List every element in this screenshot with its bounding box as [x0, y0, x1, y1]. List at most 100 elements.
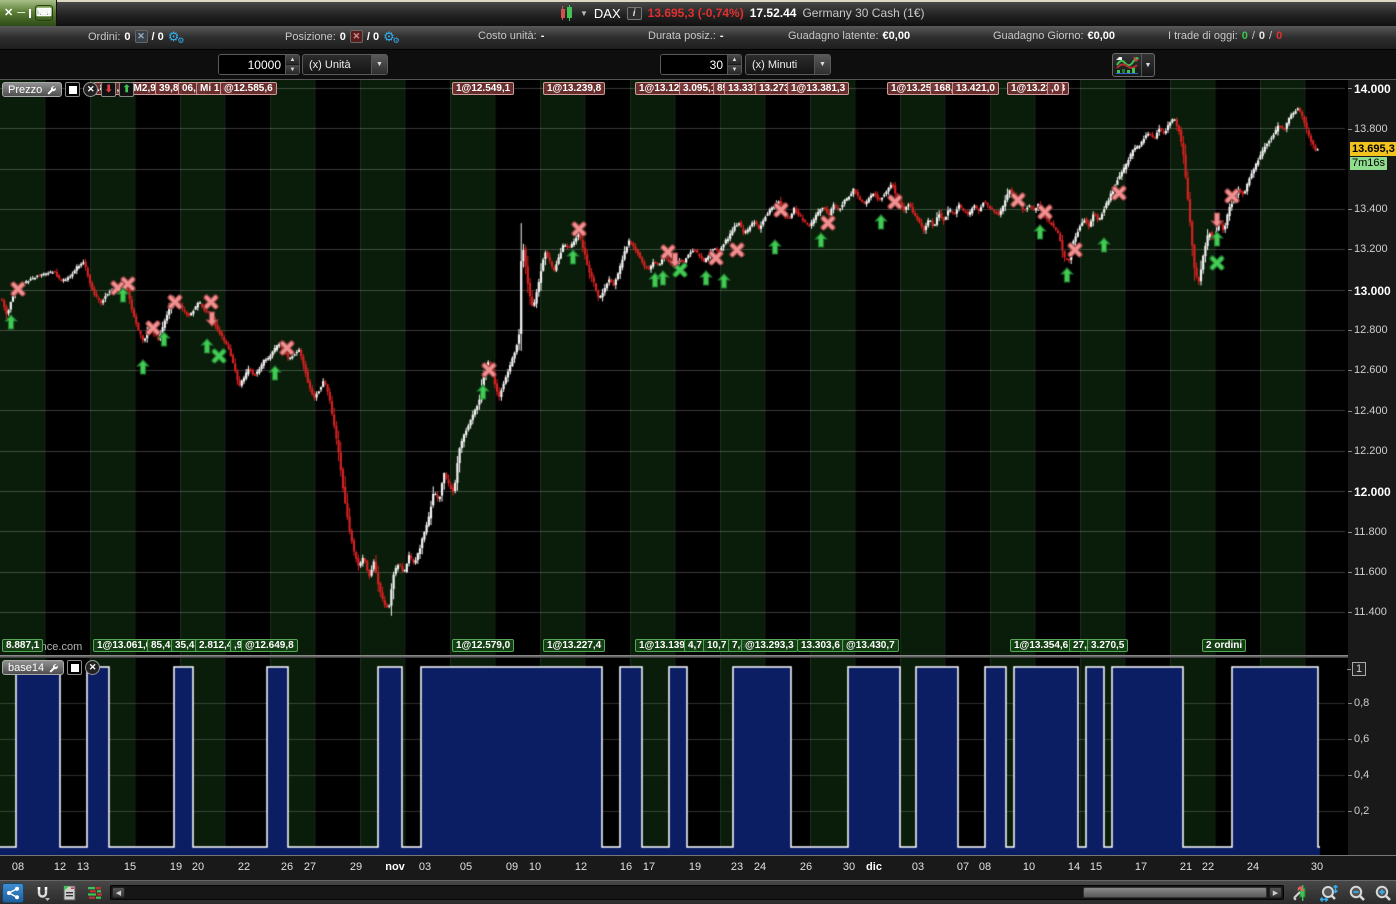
close-position-icon[interactable]: ✕	[349, 30, 363, 43]
indicator-pane-label: base14	[8, 661, 45, 674]
order-book-icon	[88, 886, 102, 899]
quantity-unit-select[interactable]: (x) Unità ▼	[302, 54, 388, 75]
buy-order-label[interactable]: @13.430,7	[842, 639, 899, 652]
buy-order-label[interactable]: 13.303,6	[797, 639, 844, 652]
sell-order-label[interactable]: ,0	[1047, 82, 1064, 95]
maximize-window-icon[interactable]	[29, 8, 32, 18]
sell-order-label[interactable]: 1@13.381,3	[787, 82, 850, 95]
buy-order-label[interactable]: @13.293,3	[741, 639, 798, 652]
date-label: 20	[191, 861, 205, 873]
trades-lost: 0	[1276, 30, 1283, 42]
date-label: 15	[1089, 861, 1103, 873]
date-label: 17	[1134, 861, 1148, 873]
date-label: 10	[528, 861, 542, 873]
price-axis-label: 13.000	[1348, 284, 1391, 298]
trades-flat: 0	[1258, 30, 1266, 42]
date-label: nov	[385, 861, 405, 873]
zoom-out-button[interactable]	[1346, 883, 1368, 903]
buy-order-label[interactable]: @12.649,8	[241, 639, 298, 652]
orders-badge[interactable]: 2 ordini	[1202, 639, 1247, 652]
price-chart-canvas[interactable]	[0, 80, 1348, 655]
date-label: dic	[866, 861, 882, 873]
buy-order-icon[interactable]: ⬆	[119, 82, 135, 97]
latent-gain-label: Guadagno latente:	[788, 30, 879, 42]
sell-order-label[interactable]: 13.421,0	[952, 82, 999, 95]
close-pane-icon[interactable]: ✕	[83, 82, 99, 97]
candle-countdown: 7m16s	[1350, 157, 1388, 170]
position-of: / 0	[366, 30, 380, 43]
instrument-name[interactable]: DAX	[594, 6, 621, 21]
share-button[interactable]	[2, 883, 24, 903]
sell-order-label[interactable]: 1@12.549,1	[452, 82, 515, 95]
price-axis-label: 12.000	[1348, 485, 1391, 499]
interval-unit-select[interactable]: (x) Minuti ▼	[745, 54, 831, 75]
chart-settings-icon	[1293, 884, 1306, 901]
sell-order-label[interactable]: @12.585,6	[220, 82, 277, 95]
price-axis-label: 12.800	[1348, 324, 1388, 336]
date-label: 05	[459, 861, 473, 873]
price-axis-label: 14.000	[1348, 82, 1391, 96]
close-pane-icon[interactable]: ✕	[85, 660, 101, 675]
chart-type-button[interactable]: ▼	[1112, 53, 1155, 77]
buy-order-label[interactable]: 1@13.061,6	[93, 639, 156, 652]
price-axis[interactable]: 14.000 13.800 13.400 13.200 13.000 12.800 12.6…	[1346, 80, 1396, 855]
trades-today-group: I trade di oggi: 0 / 0 / 0	[1168, 30, 1282, 42]
scrollbar-thumb[interactable]	[1083, 887, 1267, 898]
sell-order-label[interactable]: 1@13.239,8	[543, 82, 606, 95]
quantity-unit-value: (x) Unità	[309, 58, 351, 71]
order-book-button[interactable]	[84, 883, 106, 903]
stats-bar: Ordini: 0 ✕ / 0 ⚙ ⚙ Posizione: 0 ✕ / 0 ⚙ ⚙…	[0, 26, 1396, 50]
instrument-dropdown-icon[interactable]: ▼	[580, 9, 588, 18]
date-label: 13	[76, 861, 90, 873]
indicator-pane-chip[interactable]: base14	[2, 660, 65, 675]
date-label: 24	[1246, 861, 1260, 873]
unit-cost-group: Costo unità: -	[478, 30, 544, 42]
close-window-icon[interactable]: ✕	[4, 7, 13, 19]
scroll-left-icon[interactable]: ◀	[112, 887, 125, 898]
orders-count: 0	[124, 30, 131, 43]
chart-scrollbar[interactable]: ◀ ▶	[110, 885, 1284, 900]
sell-order-icon[interactable]: ⬇	[101, 82, 117, 97]
orders-settings-icon[interactable]: ⚙ ⚙	[168, 30, 185, 45]
position-settings-icon[interactable]: ⚙ ⚙	[383, 30, 400, 45]
buy-order-label[interactable]: 1@12.579,0	[452, 639, 515, 652]
buy-order-label[interactable]: 10,7	[703, 639, 731, 652]
date-label: 26	[799, 861, 813, 873]
minimize-window-icon[interactable]: ─	[17, 7, 25, 19]
scroll-right-icon[interactable]: ▶	[1269, 887, 1282, 898]
buy-order-label[interactable]: 1@13.227,4	[543, 639, 606, 652]
maximize-pane-icon[interactable]	[67, 660, 83, 675]
cursor-mode-button[interactable]	[32, 883, 54, 903]
zoom-in-button[interactable]	[1372, 883, 1394, 903]
quantity-stepper[interactable]: ▲ ▼	[285, 55, 299, 74]
buy-order-label[interactable]: 3.270,5	[1087, 639, 1129, 652]
date-label: 26	[280, 861, 294, 873]
maximize-pane-icon[interactable]	[65, 82, 81, 97]
buy-order-label[interactable]: 8.887,1	[2, 639, 44, 652]
price-axis-label: 13.200	[1348, 243, 1388, 255]
time-axis[interactable]: 08 12 13 15 19 20 22 26 27 29 nov 03 05 09 10 12 16 17 19 2…	[0, 855, 1396, 880]
candlestick-icon	[558, 5, 574, 21]
info-icon[interactable]: i	[626, 6, 642, 20]
chart-edit-button[interactable]	[1290, 883, 1312, 903]
price-pane-chip[interactable]: Prezzo	[2, 82, 63, 97]
duration-value: -	[719, 30, 724, 42]
buy-order-label[interactable]: 1@13.354,6	[1010, 639, 1073, 652]
interval-input[interactable]	[661, 55, 727, 74]
cancel-orders-icon[interactable]: ✕	[134, 30, 148, 43]
indicator-axis-label: 0,4	[1347, 769, 1370, 781]
keyboard-icon[interactable]: ⌨	[35, 5, 53, 21]
wrench-icon	[47, 85, 57, 95]
trades-today-label: I trade di oggi:	[1168, 30, 1238, 42]
latent-gain-group: Guadagno latente: €0,00	[788, 30, 910, 42]
trades-sep: /	[1269, 30, 1273, 42]
indicator-canvas[interactable]	[0, 658, 1348, 855]
report-icon	[63, 885, 75, 901]
window-controls: ✕ ─ ⌨	[0, 0, 57, 26]
bottom-toolbar: ◀ ▶	[0, 880, 1396, 904]
date-label: 16	[619, 861, 633, 873]
trade-report-button[interactable]	[58, 883, 80, 903]
quantity-input[interactable]	[219, 55, 285, 74]
zoom-fit-button[interactable]	[1318, 883, 1340, 903]
interval-stepper[interactable]: ▲ ▼	[727, 55, 741, 74]
